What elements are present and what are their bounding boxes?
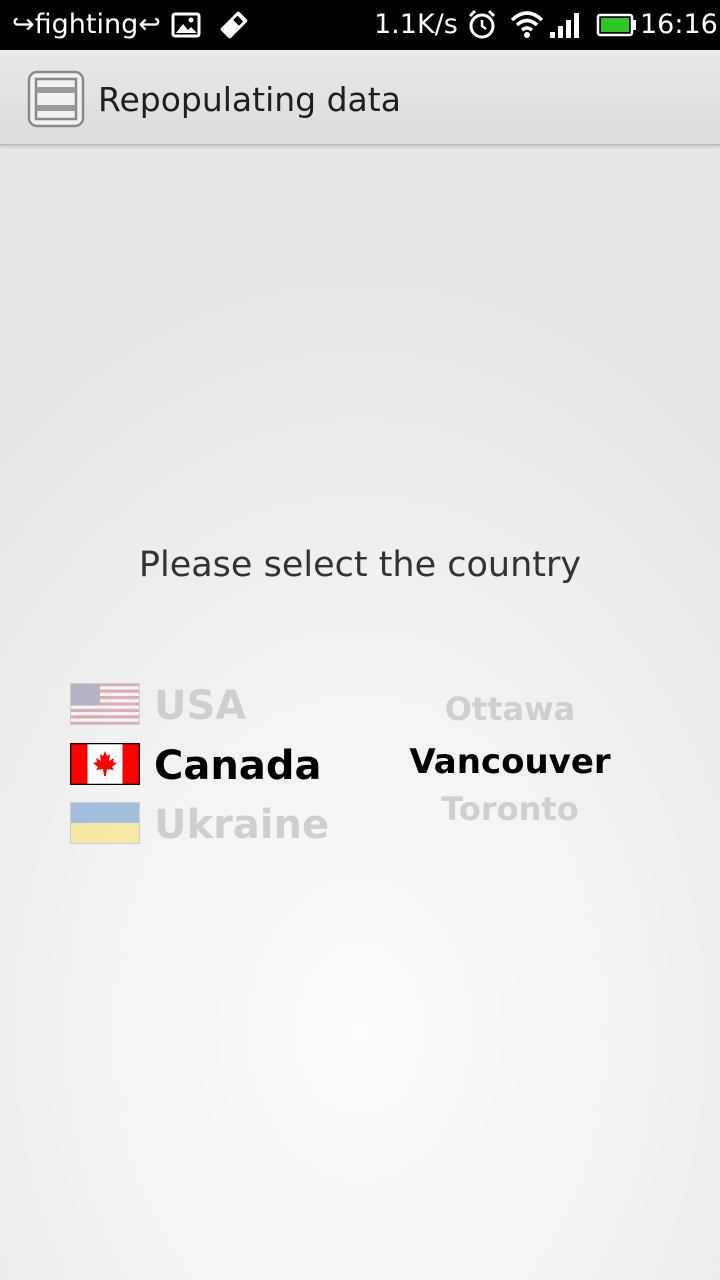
canada-flag-icon [69, 742, 141, 786]
battery-icon [594, 0, 638, 50]
country-item-ukraine[interactable]: Ukraine [68, 795, 368, 851]
country-item-usa[interactable]: USA [68, 676, 368, 732]
signal-icon [548, 0, 582, 50]
status-bar: ↪fighting↩ 1.1K/s 16:16 [0, 0, 720, 50]
ukraine-flag-icon [70, 802, 140, 844]
country-wheel[interactable]: USA Canada Ukraine [68, 676, 368, 852]
action-bar: Repopulating data [0, 50, 720, 145]
country-prompt: Please select the country [138, 545, 582, 585]
usb-debug-icon [218, 0, 250, 50]
image-icon [171, 0, 201, 50]
city-item-vancouver[interactable]: Vancouver [400, 742, 620, 782]
clock: 16:16 [640, 9, 718, 40]
wifi-icon [509, 0, 545, 50]
country-label-ukraine: Ukraine [154, 802, 330, 848]
city-item-toronto[interactable]: Toronto [400, 790, 620, 828]
country-item-canada[interactable]: Canada [68, 736, 368, 792]
usa-flag-icon [70, 683, 140, 725]
notification-text: ↪fighting↩ [12, 9, 161, 40]
city-wheel[interactable]: Ottawa Vancouver Toronto [400, 690, 620, 840]
alarm-icon [466, 0, 498, 50]
city-item-ottawa[interactable]: Ottawa [400, 690, 620, 728]
country-label-usa: USA [154, 683, 247, 729]
app-title: Repopulating data [98, 80, 401, 119]
app-icon[interactable] [27, 70, 85, 128]
network-speed: 1.1K/s [374, 9, 458, 40]
country-label-canada: Canada [154, 743, 322, 789]
